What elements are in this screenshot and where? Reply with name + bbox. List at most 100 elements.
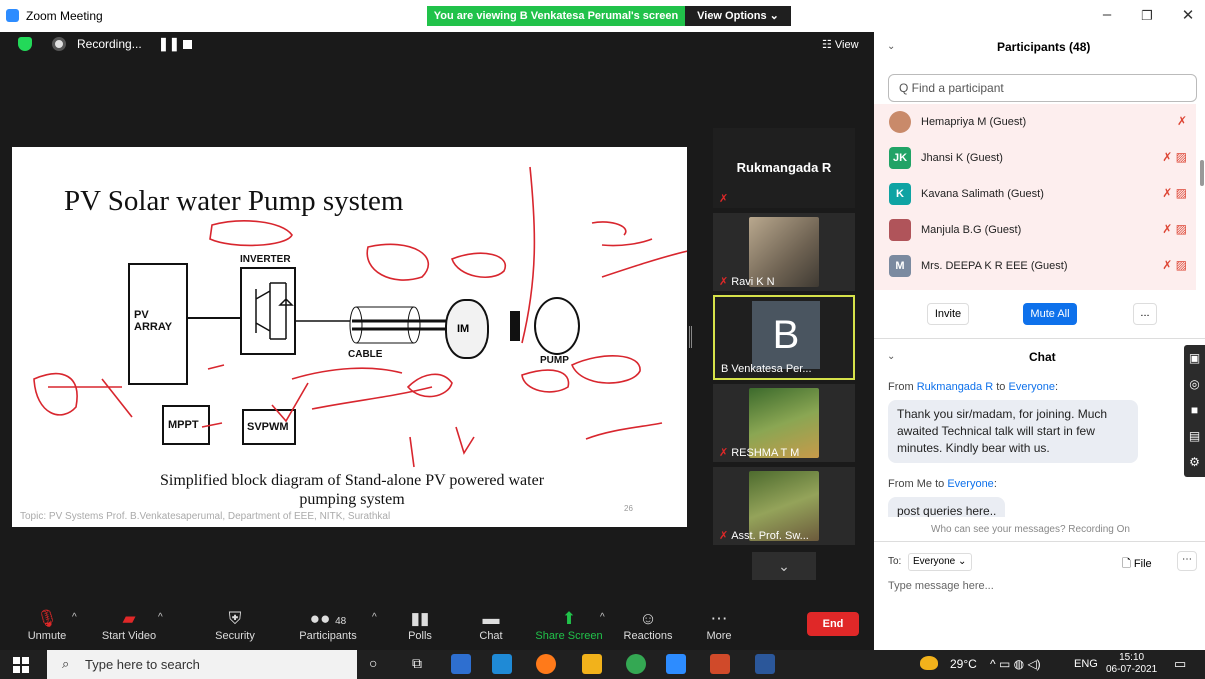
muted-mic-video-off-icon: ✗ ▨ [1162, 150, 1187, 164]
participant-row[interactable]: Manjula B.G (Guest) ✗ ▨ [889, 216, 1189, 246]
end-meeting-button[interactable]: End [807, 612, 859, 636]
scroll-tiles-down-button[interactable]: ⌄ [752, 552, 816, 580]
recording-label: Recording... [77, 37, 142, 51]
share-screen-button[interactable]: ⬆ Share Screen [534, 608, 604, 642]
zoom-taskbar-icon[interactable] [666, 654, 686, 674]
mail-app-icon[interactable] [492, 654, 512, 674]
recipient-select[interactable]: Everyone ⌄ [908, 553, 972, 571]
video-tile-active-speaker[interactable]: B B Venkatesa Per... [713, 295, 855, 380]
participant-row[interactable]: K Kavana Salimath (Guest) ✗ ▨ [889, 180, 1189, 210]
reactions-button[interactable]: ☺ Reactions [613, 608, 683, 642]
reactions-icon: ☺ [639, 609, 657, 628]
slide-footer: Topic: PV Systems Prof. B.Venkatesaperum… [20, 511, 391, 522]
muted-mic-video-off-icon: ✗ ▨ [1162, 222, 1187, 236]
more-button[interactable]: ⋯ More [684, 608, 754, 642]
muted-mic-icon: ✗ [719, 276, 729, 288]
language-indicator[interactable]: ENG [1074, 658, 1098, 670]
participant-row[interactable]: JK Jhansi K (Guest) ✗ ▨ [889, 144, 1189, 174]
file-icon: 🗋 [1122, 558, 1134, 570]
participants-caret[interactable]: ^ [372, 612, 377, 623]
chat-visibility-notice[interactable]: Who can see your messages? Recording On [931, 524, 1130, 535]
avatar: M [889, 255, 911, 277]
muted-mic-icon: ✗ [719, 530, 729, 542]
taskbar-clock[interactable]: 15:10 06-07-2021 [1106, 652, 1157, 676]
shield-icon: ⛨ [228, 609, 242, 628]
screen-share-banner: You are viewing B Venkatesa Perumal's sc… [427, 6, 685, 26]
chat-message-input[interactable]: Type message here... [888, 580, 994, 592]
participants-title: Participants (48) [997, 40, 1091, 54]
mute-all-button[interactable]: Mute All [1023, 303, 1077, 325]
participant-row[interactable]: M Mrs. DEEPA K R EEE (Guest) ✗ ▨ [889, 252, 1189, 282]
share-options-caret[interactable]: ^ [600, 612, 605, 623]
muted-mic-icon: ✗ [1176, 114, 1187, 128]
participants-button[interactable]: ●● 48 Participants [293, 608, 363, 642]
taskbar-search-input[interactable]: Type here to search [47, 650, 357, 679]
restore-icon[interactable]: ❐ [1132, 8, 1162, 24]
task-view-icon[interactable]: ⧉ [412, 655, 422, 672]
participant-search-input[interactable]: Q Find a participant [888, 74, 1197, 102]
participants-more-button[interactable]: ... [1133, 303, 1157, 325]
shield-icon[interactable] [18, 37, 32, 51]
window-title: Zoom Meeting [26, 9, 103, 23]
chrome-app-icon[interactable] [626, 654, 646, 674]
share-screen-icon: ⬆ [561, 609, 577, 628]
stop-recording-icon[interactable] [183, 40, 192, 49]
start-video-button[interactable]: ▰ Start Video [94, 608, 164, 642]
polls-icon: ▮▮ [410, 609, 430, 628]
firefox-app-icon[interactable] [536, 654, 556, 674]
video-off-icon: ▰ [122, 609, 136, 628]
panel-divider [874, 338, 1205, 339]
store-app-icon[interactable] [451, 654, 471, 674]
invite-button[interactable]: Invite [927, 303, 969, 325]
pause-recording-icon[interactable]: ❚❚ [158, 36, 180, 52]
audio-options-caret[interactable]: ^ [72, 612, 77, 623]
word-app-icon[interactable] [755, 654, 775, 674]
security-button[interactable]: ⛨ Security [200, 608, 270, 642]
participants-list[interactable]: Hemapriya M (Guest) ✗ JK Jhansi K (Guest) ✗… [874, 104, 1196, 290]
to-label: To: [888, 556, 902, 567]
video-options-caret[interactable]: ^ [158, 612, 163, 623]
chat-divider [874, 541, 1205, 542]
video-tile-asst-prof[interactable]: ✗ Asst. Prof. Sw... [713, 467, 855, 545]
video-tile-rukmangada[interactable]: Rukmangada R ✗ [713, 128, 855, 208]
chat-message: Thank you sir/madam, for joining. Much a… [888, 400, 1138, 463]
polls-button[interactable]: ▮▮ Polls [385, 608, 455, 642]
chat-more-button[interactable]: ⋯ [1177, 551, 1197, 571]
recording-icon [52, 37, 66, 51]
avatar [889, 219, 911, 241]
avatar: B [752, 301, 820, 369]
avatar: K [889, 183, 911, 205]
collapse-participants-icon[interactable]: ⌄ [887, 41, 895, 52]
file-explorer-icon[interactable] [582, 654, 602, 674]
tile-name: ✗ Ravi K N [719, 276, 775, 288]
video-tile-reshma[interactable]: ✗ RESHMA T M [713, 384, 855, 462]
view-button[interactable]: ☷ View [822, 38, 859, 51]
chat-button[interactable]: ▬ Chat [456, 608, 526, 642]
collapse-chat-icon[interactable]: ⌄ [887, 351, 895, 362]
windows-start-icon[interactable] [13, 657, 29, 673]
cortana-icon[interactable]: ○ [369, 655, 377, 671]
muted-mic-video-off-icon: ✗ ▨ [1162, 258, 1187, 272]
minimize-icon[interactable]: – [1092, 6, 1122, 23]
participants-scrollbar[interactable] [1200, 160, 1204, 186]
chat-title: Chat [1029, 350, 1056, 364]
chat-icon: ▬ [482, 609, 500, 628]
weather-temperature[interactable]: 29°C [950, 650, 977, 679]
notifications-icon[interactable]: ▭ [1174, 656, 1186, 672]
tile-name-large: Rukmangada R [736, 160, 832, 175]
view-options-button[interactable]: View Options ⌄ [685, 6, 791, 26]
avatar [889, 111, 911, 133]
weather-icon[interactable] [920, 656, 938, 670]
video-tile-ravi[interactable]: ✗ Ravi K N [713, 213, 855, 291]
muted-mic-icon: ✗ [719, 447, 729, 459]
powerpoint-app-icon[interactable] [710, 654, 730, 674]
close-icon[interactable]: ✕ [1173, 6, 1203, 24]
file-button[interactable]: 🗋 File [1122, 555, 1152, 574]
participant-row[interactable]: Hemapriya M (Guest) ✗ [889, 108, 1189, 138]
slide-caption: Simplified block diagram of Stand-alone … [159, 472, 545, 508]
splitter-handle[interactable] [689, 326, 692, 348]
participants-icon: ●● 48 [309, 609, 347, 628]
annotation-side-strip[interactable]: ▣ ◎ ■ ▤ ⚙ [1184, 345, 1205, 477]
search-icon: ⌕ [62, 656, 70, 671]
system-tray-icons[interactable]: ^ ▭ ◍ ◁) [990, 657, 1041, 671]
